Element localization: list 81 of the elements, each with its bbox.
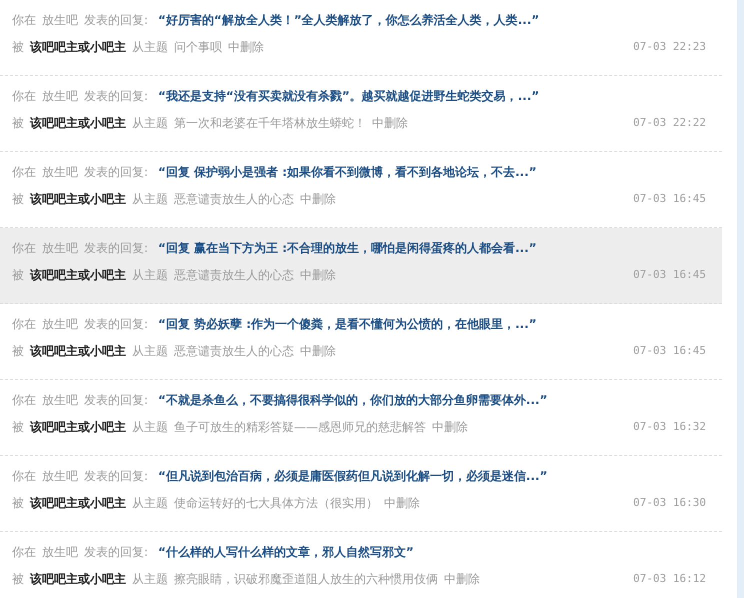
from-label: 从主题 bbox=[132, 495, 168, 511]
timestamp: 07-03 16:30 bbox=[633, 495, 706, 511]
action-label: 发表的回复: bbox=[84, 392, 148, 408]
timestamp: 07-03 16:45 bbox=[633, 343, 706, 359]
prefix-label: 你在 bbox=[12, 12, 36, 28]
deleted-label: 中删除 bbox=[432, 419, 468, 435]
action-label: 发表的回复: bbox=[84, 12, 148, 28]
topic-title: 恶意谴责放生人的心态 bbox=[174, 267, 294, 283]
deleter-name: 该吧吧主或小吧主 bbox=[30, 419, 126, 435]
timestamp: 07-03 22:22 bbox=[633, 115, 706, 131]
reply-quote: “回复 赢在当下方为王 :不合理的放生，哪怕是闲得蛋疼的人都会看...” bbox=[158, 240, 537, 256]
forum-name: 放生吧 bbox=[42, 544, 78, 560]
topic-title: 擦亮眼睛，识破邪魔歪道阻人放生的六种惯用伎俩 bbox=[174, 571, 438, 587]
topic-title: 恶意谴责放生人的心态 bbox=[174, 343, 294, 359]
topic-title: 第一次和老婆在千年塔林放生蟒蛇！ bbox=[174, 115, 366, 131]
action-label: 发表的回复: bbox=[84, 164, 148, 180]
action-label: 发表的回复: bbox=[84, 468, 148, 484]
reply-quote: “好厉害的“解放全人类！”全人类解放了，你怎么养活全人类，人类...” bbox=[158, 12, 540, 28]
reply-quote: “回复 保护弱小是强者 :如果你看不到微博，看不到各地论坛，不去...” bbox=[158, 164, 537, 180]
prefix-label: 你在 bbox=[12, 468, 36, 484]
action-label: 发表的回复: bbox=[84, 240, 148, 256]
by-label: 被 bbox=[12, 571, 24, 587]
topic-title: 问个事呗 bbox=[174, 39, 222, 55]
reply-quote: “什么样的人写什么样的文章，邪人自然写邪文” bbox=[158, 544, 414, 560]
by-label: 被 bbox=[12, 39, 24, 55]
deleted-label: 中删除 bbox=[384, 495, 420, 511]
deleter-name: 该吧吧主或小吧主 bbox=[30, 267, 126, 283]
prefix-label: 你在 bbox=[12, 88, 36, 104]
from-label: 从主题 bbox=[132, 343, 168, 359]
from-label: 从主题 bbox=[132, 267, 168, 283]
from-label: 从主题 bbox=[132, 39, 168, 55]
from-label: 从主题 bbox=[132, 191, 168, 207]
deleter-name: 该吧吧主或小吧主 bbox=[30, 115, 126, 131]
from-label: 从主题 bbox=[132, 419, 168, 435]
timestamp: 07-03 16:45 bbox=[633, 267, 706, 283]
topic-title: 鱼子可放生的精彩答疑——感恩师兄的慈悲解答 bbox=[174, 419, 426, 435]
reply-quote: “回复 势必妖孽 :作为一个傻粪，是看不懂何为公愤的，在他眼里，...” bbox=[158, 316, 537, 332]
by-label: 被 bbox=[12, 343, 24, 359]
forum-name: 放生吧 bbox=[42, 12, 78, 28]
forum-name: 放生吧 bbox=[42, 240, 78, 256]
forum-name: 放生吧 bbox=[42, 316, 78, 332]
prefix-label: 你在 bbox=[12, 164, 36, 180]
deleter-name: 该吧吧主或小吧主 bbox=[30, 343, 126, 359]
prefix-label: 你在 bbox=[12, 240, 36, 256]
deleted-label: 中删除 bbox=[300, 343, 336, 359]
deleter-name: 该吧吧主或小吧主 bbox=[30, 191, 126, 207]
deleted-label: 中删除 bbox=[300, 267, 336, 283]
scrollbar[interactable] bbox=[737, 0, 744, 598]
deleted-label: 中删除 bbox=[228, 39, 264, 55]
deleted-label: 中删除 bbox=[444, 571, 480, 587]
by-label: 被 bbox=[12, 267, 24, 283]
action-label: 发表的回复: bbox=[84, 88, 148, 104]
reply-quote: “不就是杀鱼么，不要搞得很科学似的，你们放的大部分鱼卵需要体外...” bbox=[158, 392, 548, 408]
deleted-label: 中删除 bbox=[300, 191, 336, 207]
topic-title: 恶意谴责放生人的心态 bbox=[174, 191, 294, 207]
by-label: 被 bbox=[12, 115, 24, 131]
forum-name: 放生吧 bbox=[42, 164, 78, 180]
action-label: 发表的回复: bbox=[84, 544, 148, 560]
action-label: 发表的回复: bbox=[84, 316, 148, 332]
timestamp: 07-03 16:45 bbox=[633, 191, 706, 207]
timestamp: 07-03 16:32 bbox=[633, 419, 706, 435]
deleter-name: 该吧吧主或小吧主 bbox=[30, 39, 126, 55]
prefix-label: 你在 bbox=[12, 316, 36, 332]
from-label: 从主题 bbox=[132, 571, 168, 587]
deleter-name: 该吧吧主或小吧主 bbox=[30, 495, 126, 511]
deleted-label: 中删除 bbox=[372, 115, 408, 131]
timestamp: 07-03 22:23 bbox=[633, 39, 706, 55]
timestamp: 07-03 16:12 bbox=[633, 571, 706, 587]
prefix-label: 你在 bbox=[12, 544, 36, 560]
forum-name: 放生吧 bbox=[42, 88, 78, 104]
by-label: 被 bbox=[12, 495, 24, 511]
deleter-name: 该吧吧主或小吧主 bbox=[30, 571, 126, 587]
prefix-label: 你在 bbox=[12, 392, 36, 408]
forum-name: 放生吧 bbox=[42, 468, 78, 484]
topic-title: 使命运转好的七大具体方法（很实用） bbox=[174, 495, 378, 511]
by-label: 被 bbox=[12, 191, 24, 207]
reply-quote: “我还是支持“没有买卖就没有杀戮”。越买就越促进野生蛇类交易，...” bbox=[158, 88, 540, 104]
from-label: 从主题 bbox=[132, 115, 168, 131]
reply-quote: “但凡说到包治百病，必须是庸医假药但凡说到化解一切，必须是迷信...” bbox=[158, 468, 548, 484]
by-label: 被 bbox=[12, 419, 24, 435]
forum-name: 放生吧 bbox=[42, 392, 78, 408]
